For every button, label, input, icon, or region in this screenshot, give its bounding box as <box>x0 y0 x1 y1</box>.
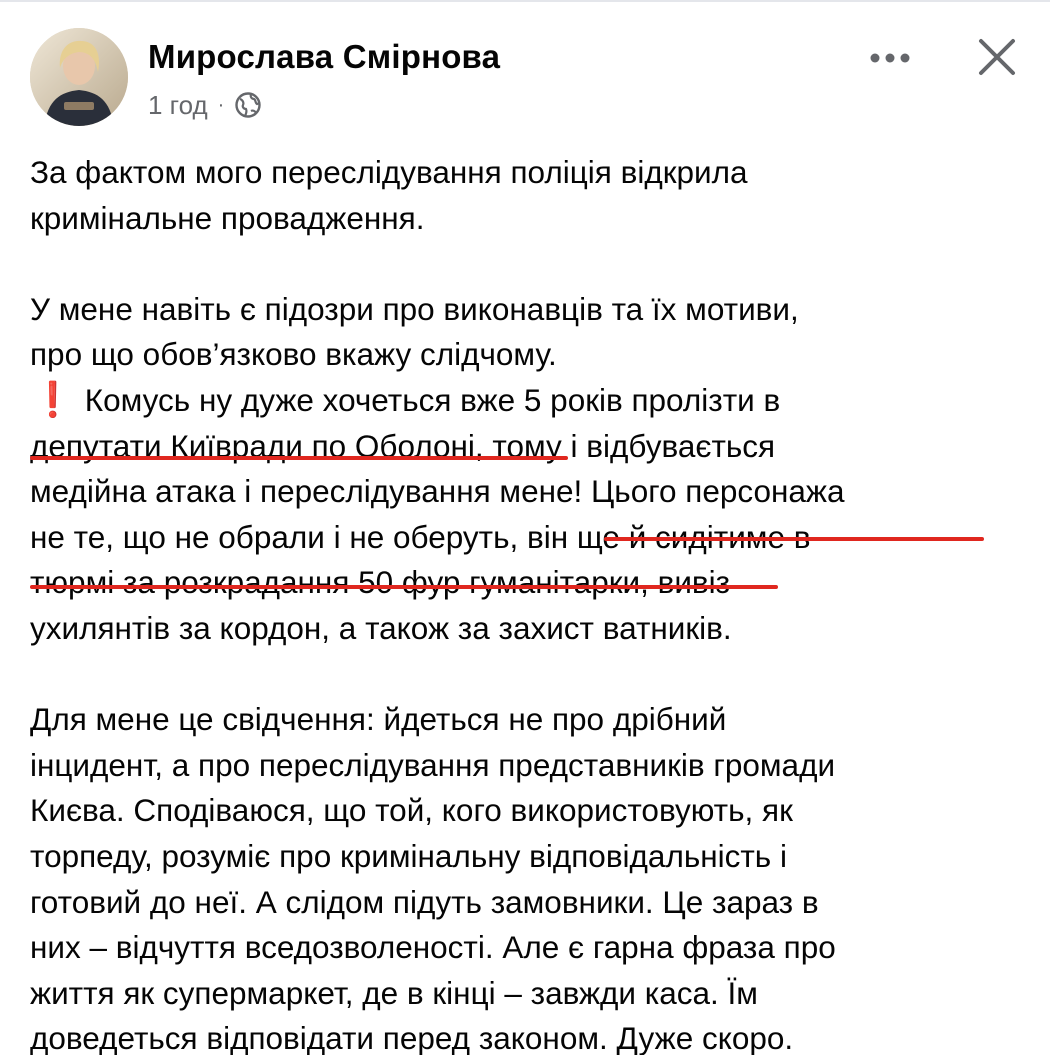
text-line: За фактом мого переслідування поліція ві… <box>30 154 748 190</box>
text-line: У мене навіть є підозри про виконавців т… <box>30 290 799 327</box>
text-line: Києва. Сподіваюся, що той, кого використ… <box>30 792 793 829</box>
text-line: медійна атака і переслідування мене! Цьо… <box>30 473 845 510</box>
more-options-icon[interactable] <box>862 38 918 78</box>
exclamation-icon: ❗ <box>31 380 75 419</box>
close-icon[interactable] <box>972 32 1022 82</box>
text-fragment: Комусь ну дуже хочеться вже 5 років прол… <box>84 381 781 418</box>
red-underline-mark <box>604 537 984 541</box>
text-line: доведеться відповідати перед законом. Ду… <box>30 1020 794 1055</box>
text-line: кримінальне провадження. <box>30 199 425 236</box>
text-line: інцидент, а про переслідування представн… <box>30 746 836 783</box>
avatar[interactable] <box>30 28 128 126</box>
red-underline-mark <box>30 585 778 589</box>
text-line: життя як супермаркет, де в кінці – завжд… <box>30 974 758 1011</box>
post-header: Мирослава Смірнова 1 год · <box>0 0 1050 140</box>
text-line: готовий до неї. А слідом підуть замовник… <box>30 883 819 920</box>
post-meta: 1 год · <box>148 88 262 122</box>
text-line: ухилянтів за кордон, а також за захист в… <box>30 609 732 646</box>
globe-icon[interactable] <box>234 91 262 119</box>
text-line: тюрмі за розкрадання 50 фур гуманітарки,… <box>30 564 731 601</box>
author-name[interactable]: Мирослава Смірнова <box>148 38 500 76</box>
meta-separator: · <box>217 93 225 116</box>
text-line: депутати Київради по Оболоні, тому і від… <box>30 427 776 464</box>
text-line: торпеду, розуміє про кримінальну відпові… <box>30 837 787 874</box>
red-underline-mark <box>30 456 568 460</box>
text-line: них – відчуття вседозволеності. Але є га… <box>30 929 836 966</box>
text-line: про що обов’язково вкажу слідчому. <box>30 336 557 373</box>
post-time[interactable]: 1 год <box>148 90 208 121</box>
post-body: За фактом мого переслідування поліція ві… <box>30 150 1030 1055</box>
text-line: Для мене це свідчення: йдеться не про др… <box>30 701 727 738</box>
text-line: ❗ Комусь ну дуже хочеться вже 5 років пр… <box>30 378 1030 424</box>
